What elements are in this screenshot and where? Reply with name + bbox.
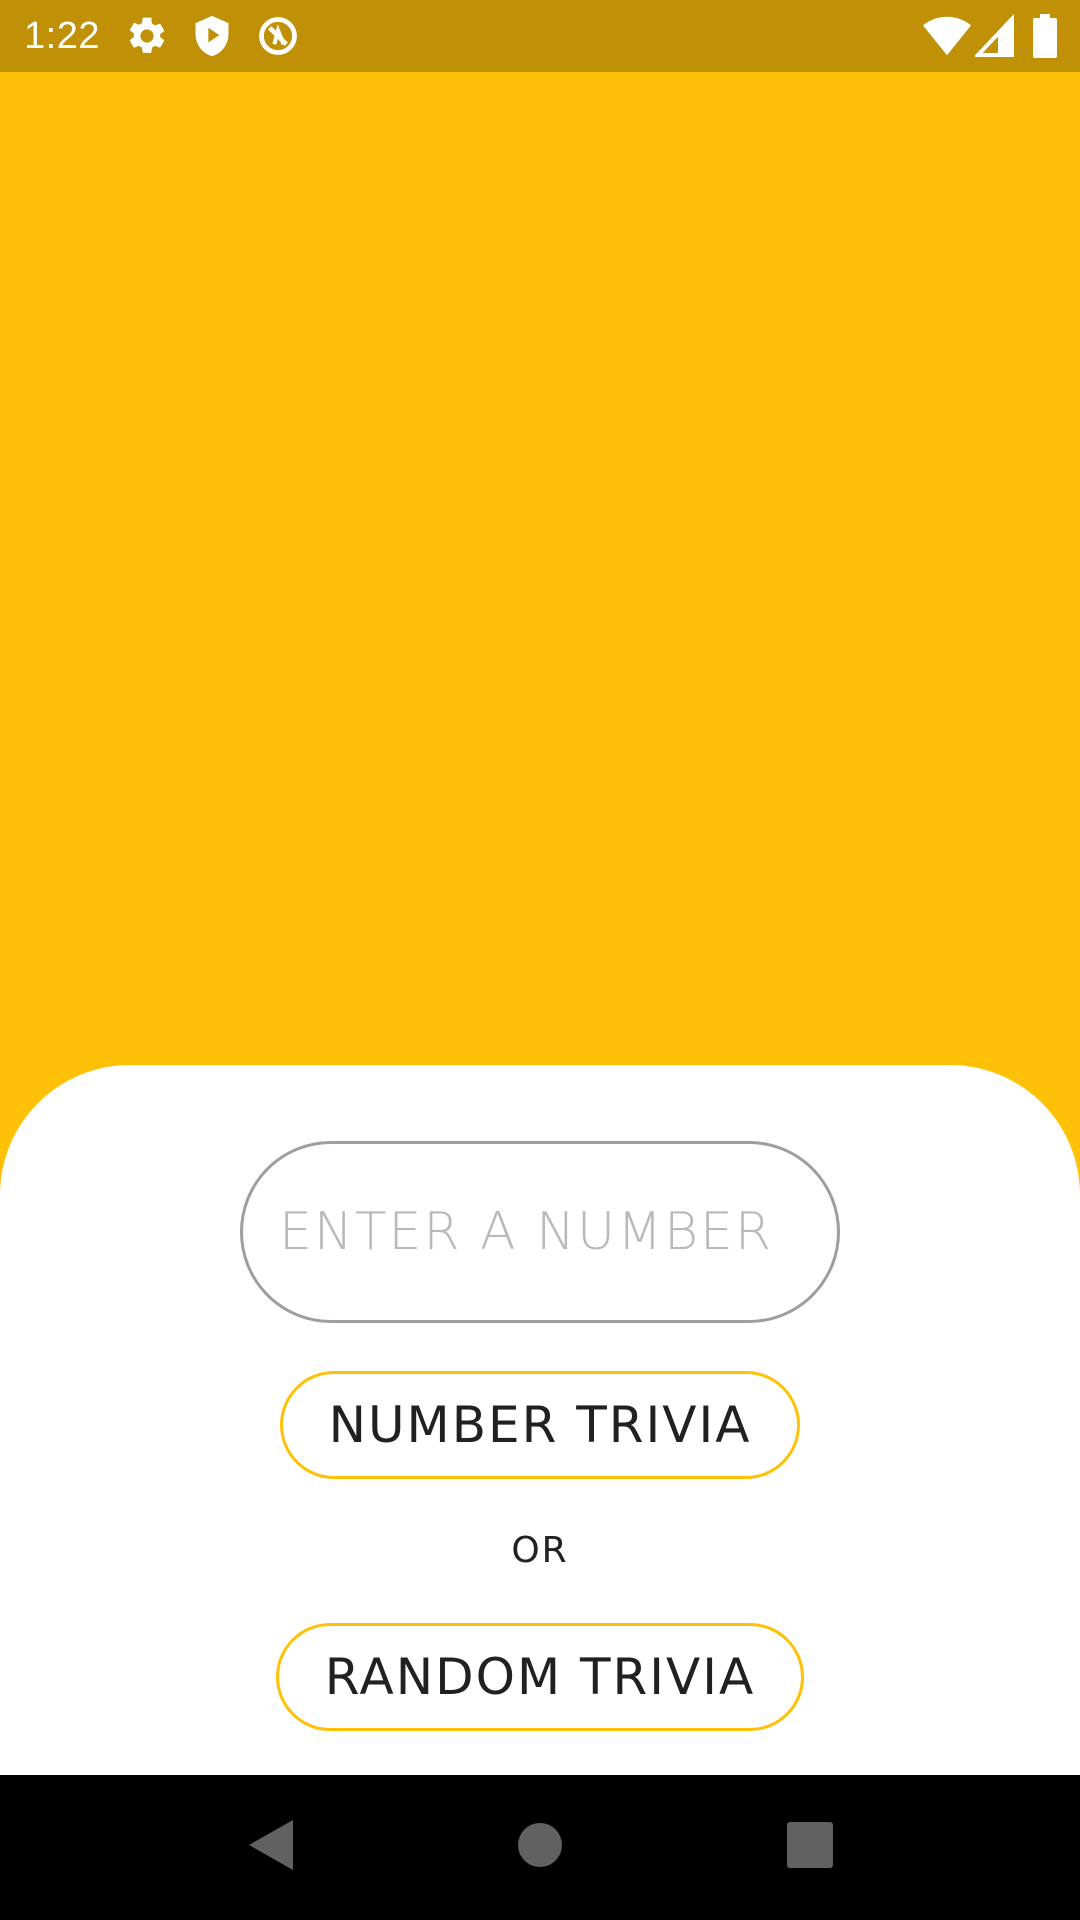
or-label: OR: [511, 1530, 569, 1571]
number-trivia-label: NUMBER TRIVIA: [328, 1396, 752, 1454]
random-trivia-label: RANDOM TRIVIA: [324, 1648, 756, 1706]
status-bar: 1:22: [0, 0, 1080, 72]
hero-banner: [0, 72, 1080, 1072]
recents-button[interactable]: [730, 1775, 890, 1920]
random-trivia-button[interactable]: RANDOM TRIVIA: [276, 1623, 804, 1731]
number-input[interactable]: [240, 1141, 840, 1323]
home-button[interactable]: [460, 1775, 620, 1920]
wifi-icon: [922, 14, 972, 58]
battery-icon: [1030, 14, 1060, 58]
gear-icon: [125, 14, 169, 58]
home-icon: [517, 1822, 563, 1873]
signal-icon: [973, 13, 1015, 58]
shield-play-icon: [190, 14, 234, 58]
back-button[interactable]: [190, 1775, 350, 1920]
back-icon: [247, 1820, 293, 1875]
recents-icon: [787, 1822, 833, 1873]
circle-a-icon: [256, 14, 300, 58]
number-trivia-button[interactable]: NUMBER TRIVIA: [280, 1371, 800, 1479]
status-time: 1:22: [24, 15, 100, 57]
navigation-bar: [0, 1775, 1080, 1920]
